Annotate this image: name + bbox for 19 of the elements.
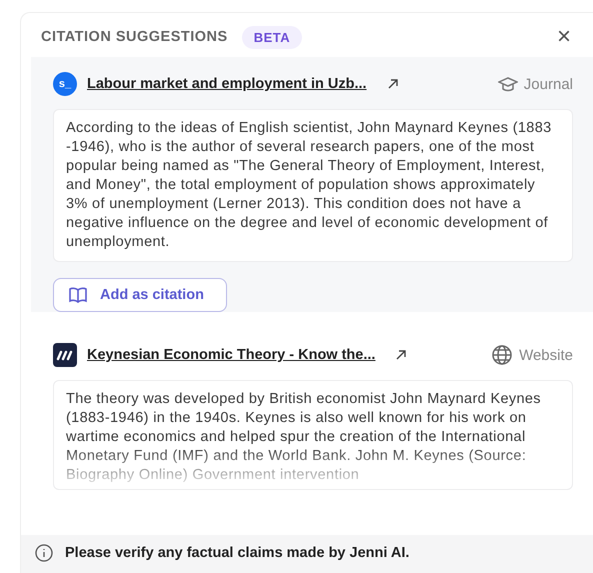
- panel-title: CITATION SUGGESTIONS: [41, 29, 228, 45]
- globe-icon: [491, 344, 514, 366]
- external-link-icon[interactable]: [395, 349, 408, 361]
- graduation-cap-icon: [498, 75, 518, 93]
- source-type-label: Journal: [524, 76, 573, 92]
- excerpt-text: According to the ideas of English scientist, John Maynard Keynes (1883 -1946), who is the author of several research papers, one of the most popular being named as "The General Theory of Employment, Interest, and Money", the total employment of population shows approximately 3% of unemployment (Lerner 2013). This condition does not have a negative influence on the degree and level of economic development of unemployment.: [66, 119, 553, 252]
- close-button[interactable]: ×: [556, 25, 571, 49]
- source-logo: s_: [53, 72, 77, 96]
- excerpt-text: The theory was developed by British economist John Maynard Keynes (1883-1946) in the 1940s. Keynes is also well known for his work on wartime economics and helped spur the creation of the International Monetary Fund (IMF) and the World Bank. John M. Keynes (Source: Biography Online) Government intervention: [66, 390, 542, 485]
- source-type-label: Website: [519, 346, 573, 364]
- add-citation-button[interactable]: Add as citation: [53, 278, 227, 312]
- slash-logo-icon: [53, 343, 77, 367]
- disclaimer-text: Please verify any factual claims made by Jenni AI.: [65, 545, 410, 561]
- info-icon: [35, 544, 53, 562]
- source-title-link[interactable]: Labour market and employment in Uzb...: [87, 76, 367, 92]
- source-title-link[interactable]: Keynesian Economic Theory - Know the...: [87, 347, 376, 363]
- external-link-icon[interactable]: [386, 78, 399, 90]
- book-icon: [68, 287, 88, 303]
- beta-badge: BETA: [242, 26, 302, 48]
